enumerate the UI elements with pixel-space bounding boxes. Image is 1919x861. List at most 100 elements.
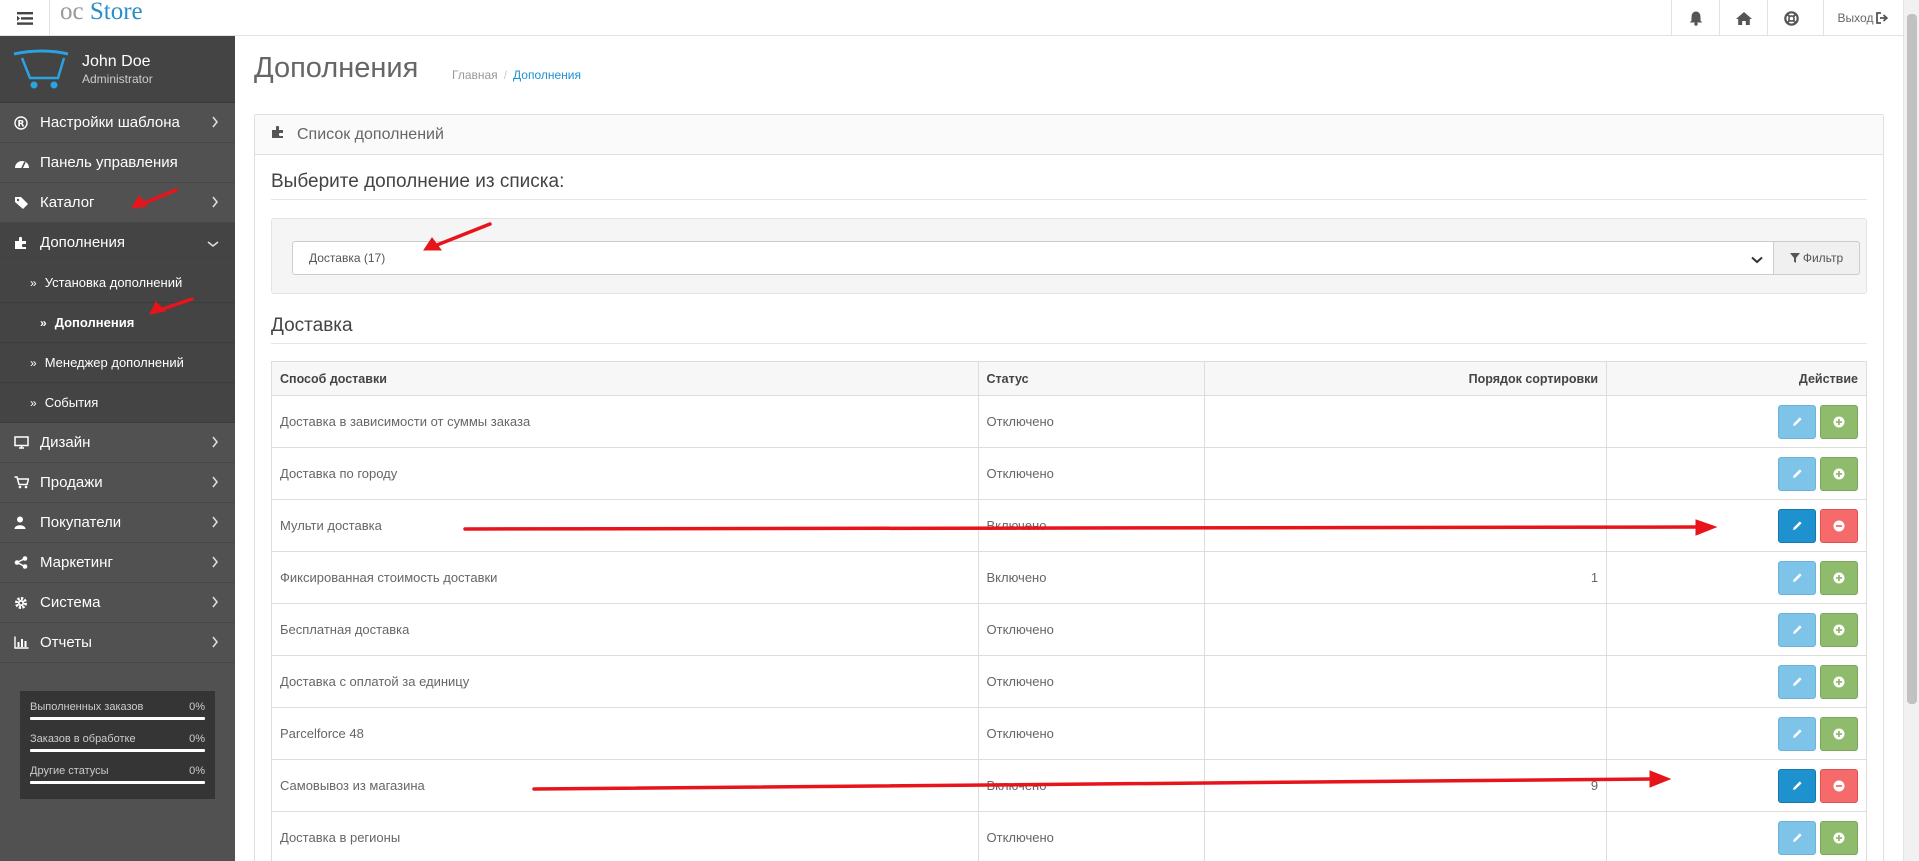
install-button[interactable]: [1820, 456, 1858, 491]
sidebar-item-design[interactable]: Дизайн: [0, 423, 235, 463]
sidebar-item-extensions[interactable]: Дополнения: [0, 223, 235, 263]
cell-status: Включено: [977, 499, 1206, 552]
double-chevron-icon: »: [40, 315, 47, 330]
chevron-right-icon: [211, 115, 219, 132]
cog-icon: [14, 596, 36, 610]
cell-status: Включено: [977, 551, 1206, 604]
double-chevron-icon: »: [30, 355, 37, 370]
edit-button[interactable]: [1778, 664, 1816, 699]
install-button[interactable]: [1820, 716, 1858, 751]
share-icon: [14, 556, 36, 569]
table-row: Доставка по городу Отключено: [271, 447, 1867, 500]
pencil-icon: [1792, 521, 1802, 530]
plus-circle-icon: [1833, 676, 1845, 687]
sidebar-subitem-installer[interactable]: » Установка дополнений: [0, 263, 235, 303]
column-header-sort: Порядок сортировки: [1204, 361, 1608, 396]
chevron-down-icon: [207, 235, 219, 252]
sidebar-item-system[interactable]: Система: [0, 583, 235, 623]
table-body: Доставка в зависимости от суммы заказа О…: [271, 395, 1867, 861]
cell-action: [1606, 499, 1867, 552]
pencil-icon: [1792, 677, 1802, 686]
ocstore-logo[interactable]: oc Store: [60, 0, 143, 26]
install-button[interactable]: [1820, 664, 1858, 699]
cell-method: Доставка в зависимости от суммы заказа: [271, 395, 979, 448]
filter-well: Доставка (17) Фильтр: [271, 218, 1867, 294]
chevron-right-icon: [211, 555, 219, 572]
edit-button[interactable]: [1778, 456, 1816, 491]
filter-button[interactable]: Фильтр: [1774, 241, 1860, 275]
plus-circle-icon: [1833, 572, 1845, 583]
install-button[interactable]: [1820, 404, 1858, 439]
sidebar-item-customers[interactable]: Покупатели: [0, 503, 235, 543]
plus-circle-icon: [1833, 832, 1845, 843]
pencil-icon: [1792, 833, 1802, 842]
bell-icon: [1689, 11, 1702, 26]
profile-names: John Doe Administrator: [82, 53, 153, 86]
dashboard-icon: [14, 157, 36, 169]
edit-button[interactable]: [1778, 716, 1816, 751]
sidebar-item-reports[interactable]: Отчеты: [0, 623, 235, 663]
logout-button[interactable]: Выход: [1823, 0, 1903, 36]
edit-button[interactable]: [1778, 820, 1816, 855]
home-button[interactable]: [1719, 0, 1767, 36]
notifications-button[interactable]: [1671, 0, 1719, 36]
plus-circle-icon: [1833, 624, 1845, 635]
cell-action: [1606, 811, 1867, 861]
uninstall-button[interactable]: [1820, 508, 1858, 543]
cart-logo-icon: [13, 49, 69, 89]
uninstall-button[interactable]: [1820, 768, 1858, 803]
plus-circle-icon: [1833, 416, 1845, 427]
progress-bar: [30, 717, 205, 720]
cell-status: Отключено: [977, 655, 1206, 708]
divider: [271, 343, 1867, 344]
panel-heading: Список дополнений: [255, 115, 1883, 155]
pencil-icon: [1792, 781, 1802, 790]
sidebar-item-marketing[interactable]: Маркетинг: [0, 543, 235, 583]
cell-action: [1606, 603, 1867, 656]
help-button[interactable]: [1767, 0, 1815, 36]
menu-toggle-button[interactable]: [0, 0, 50, 36]
sidebar-subitem-events[interactable]: » События: [0, 383, 235, 423]
sidebar-subitem-extensions[interactable]: » Дополнения: [0, 303, 235, 343]
pencil-icon: [1792, 417, 1802, 426]
chevron-right-icon: [211, 595, 219, 612]
sidebar-subitem-modifications[interactable]: » Менеджер дополнений: [0, 343, 235, 383]
page-title: Дополнения: [254, 52, 419, 84]
cell-method: Мульти доставка: [271, 499, 979, 552]
edit-button[interactable]: [1778, 612, 1816, 647]
progress-bar: [30, 781, 205, 784]
sidebar: John Doe Administrator R Настройки шабло…: [0, 36, 235, 861]
scrollbar-thumb[interactable]: [1907, 14, 1917, 704]
page-scrollbar[interactable]: [1903, 0, 1919, 861]
edit-button[interactable]: [1778, 560, 1816, 595]
install-button[interactable]: [1820, 612, 1858, 647]
minus-circle-icon: [1833, 520, 1845, 531]
sidebar-item-dashboard[interactable]: Панель управления: [0, 143, 235, 183]
table-row: Доставка в регионы Отключено: [271, 811, 1867, 861]
sidebar-item-theme-settings[interactable]: R Настройки шаблона: [0, 103, 235, 143]
cell-status: Отключено: [977, 447, 1206, 500]
edit-button[interactable]: [1778, 768, 1816, 803]
edit-button[interactable]: [1778, 508, 1816, 543]
breadcrumb-extensions[interactable]: Дополнения: [513, 68, 581, 82]
cell-method: Доставка в регионы: [271, 811, 979, 861]
filter-icon: [1789, 253, 1800, 263]
extensions-panel: Список дополнений Выберите дополнение из…: [254, 114, 1884, 861]
edit-button[interactable]: [1778, 404, 1816, 439]
cell-action: [1606, 447, 1867, 500]
chevron-down-icon: [1751, 253, 1763, 267]
minus-circle-icon: [1833, 780, 1845, 791]
user-profile[interactable]: John Doe Administrator: [0, 36, 235, 103]
install-button[interactable]: [1820, 560, 1858, 595]
extension-type-select[interactable]: Доставка (17): [292, 241, 1774, 275]
breadcrumb: Главная / Дополнения: [452, 68, 582, 82]
home-icon: [1735, 11, 1752, 25]
cell-sort: 1: [1204, 551, 1608, 604]
stat-completed: Выполненных заказов 0%: [30, 701, 205, 720]
cell-action: [1606, 759, 1867, 812]
breadcrumb-home[interactable]: Главная: [452, 68, 498, 82]
install-button[interactable]: [1820, 820, 1858, 855]
sidebar-item-sales[interactable]: Продажи: [0, 463, 235, 503]
table-row: Мульти доставка Включено: [271, 499, 1867, 552]
sidebar-item-catalog[interactable]: Каталог: [0, 183, 235, 223]
